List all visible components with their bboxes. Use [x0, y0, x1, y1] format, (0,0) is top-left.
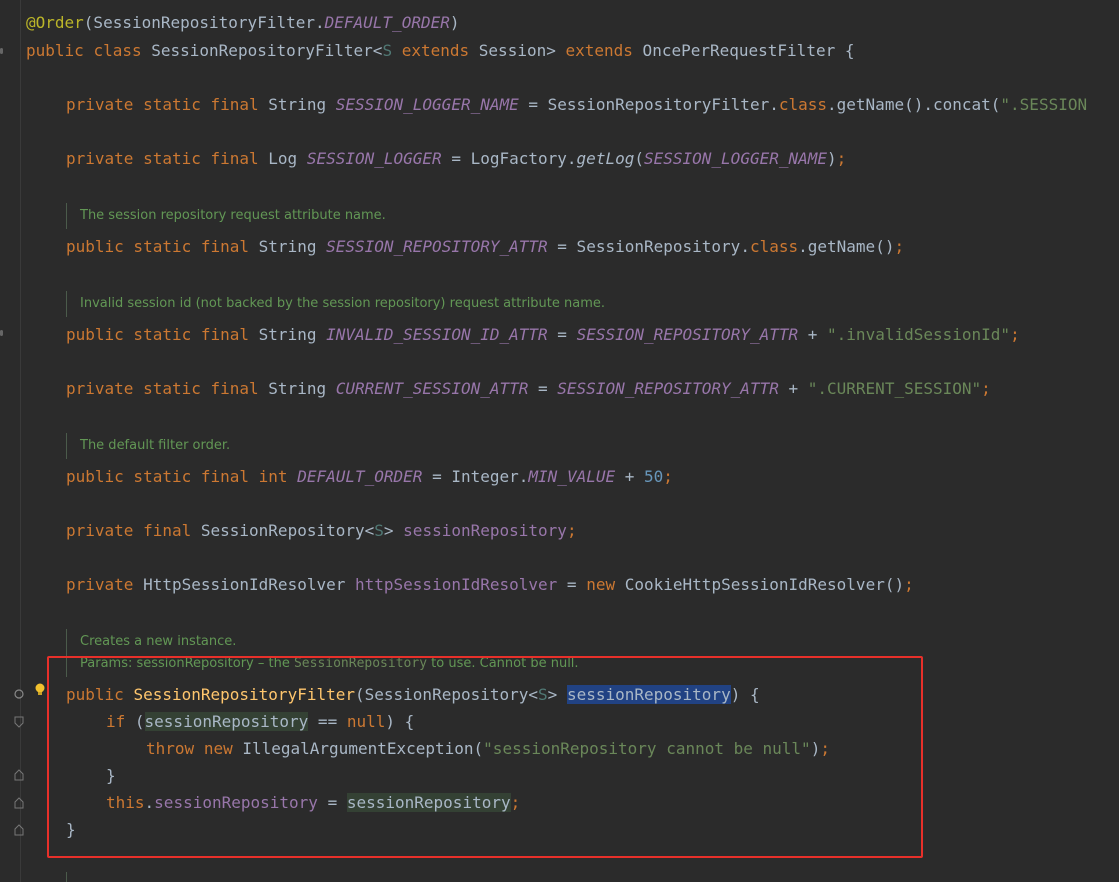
code-line-class-declaration[interactable]: public class SessionRepositoryFilter<S e… — [26, 39, 854, 63]
code-line-annotation[interactable]: @Order(SessionRepositoryFilter.DEFAULT_O… — [26, 11, 460, 35]
code-line-repository-attr[interactable]: public static final String SESSION_REPOS… — [66, 235, 904, 259]
highlight-box — [47, 656, 923, 858]
gutter-marker — [0, 48, 3, 54]
fold-icon[interactable] — [14, 797, 24, 809]
doc-comment: The session repository request attribute… — [80, 208, 386, 223]
editor-gutter[interactable] — [0, 0, 20, 882]
code-line-session-id-resolver[interactable]: private HttpSessionIdResolver httpSessio… — [66, 573, 914, 597]
doc-comment-bar — [66, 203, 67, 229]
doc-comment-bar — [66, 291, 67, 317]
code-line-repository-field[interactable]: private final SessionRepository<S> sessi… — [66, 519, 577, 543]
code-line-logger-name[interactable]: private static final String SESSION_LOGG… — [66, 93, 1087, 117]
doc-comment-bar — [66, 433, 67, 459]
code-line-logger[interactable]: private static final Log SESSION_LOGGER … — [66, 147, 846, 171]
fold-icon[interactable] — [14, 769, 24, 781]
doc-comment: Invalid session id (not backed by the se… — [80, 296, 606, 311]
code-line-invalid-session-attr[interactable]: public static final String INVALID_SESSI… — [66, 323, 1020, 347]
doc-comment: The default filter order. — [80, 438, 231, 453]
code-line-current-session-attr[interactable]: private static final String CURRENT_SESS… — [66, 377, 991, 401]
override-icon[interactable] — [14, 689, 24, 701]
doc-comment-bar — [66, 872, 67, 882]
fold-icon[interactable] — [14, 824, 24, 836]
doc-comment: Creates a new instance. — [80, 634, 237, 649]
gutter-divider — [20, 0, 21, 882]
code-line-default-order[interactable]: public static final int DEFAULT_ORDER = … — [66, 465, 673, 489]
fold-icon[interactable] — [14, 716, 24, 728]
gutter-marker — [0, 330, 3, 336]
